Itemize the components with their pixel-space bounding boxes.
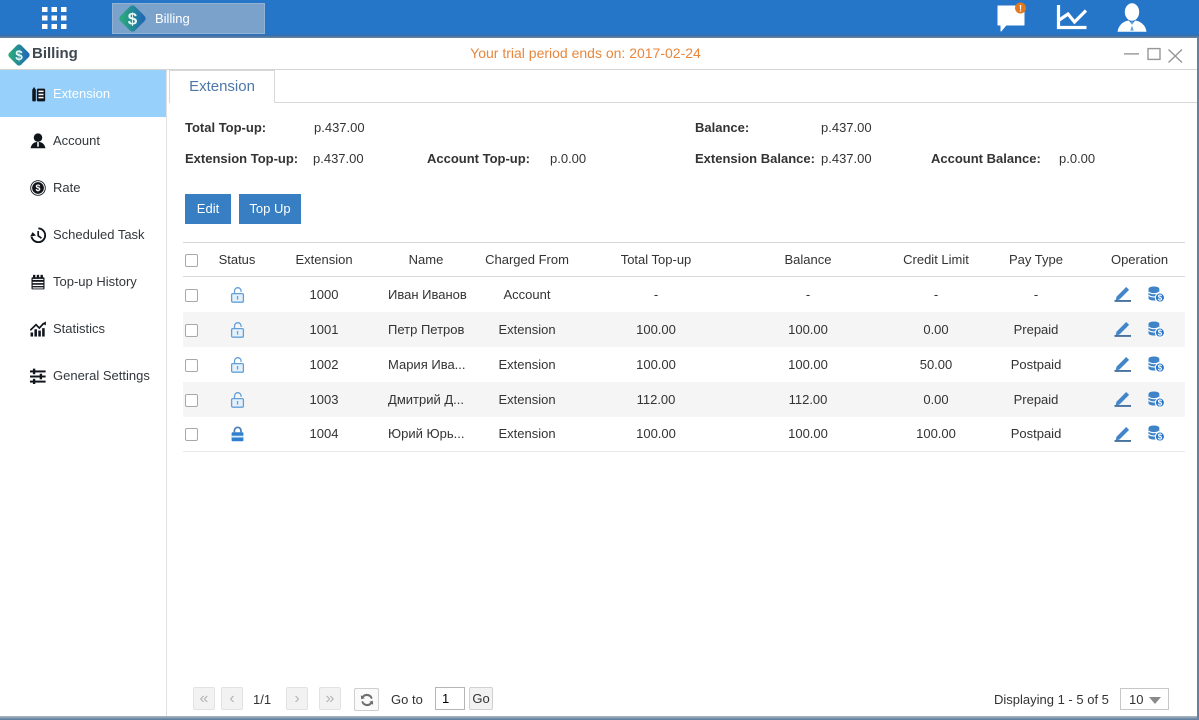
svg-text:$: $ — [128, 10, 138, 29]
svg-text:$: $ — [36, 183, 41, 193]
svg-text:!: ! — [1019, 4, 1022, 14]
